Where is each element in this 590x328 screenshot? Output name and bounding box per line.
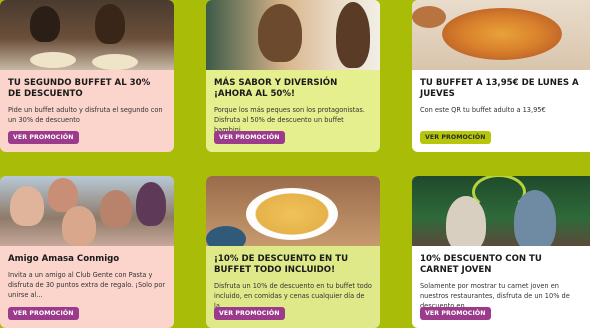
promo-description: Pide un buffet adulto y disfruta el segu…: [8, 106, 163, 124]
promo-description: Invita a un amigo al Club Gente con Past…: [8, 271, 166, 299]
person-silhouette: [10, 186, 44, 226]
promo-title: TU SEGUNDO BUFFET AL 30% DE DESCUENTO: [8, 78, 151, 99]
promo-title: 10% DESCUENTO CON TU CARNET JOVEN: [420, 254, 542, 275]
promo-image-pasta-plate: [206, 176, 380, 246]
person-silhouette: [100, 190, 132, 228]
promo-image-friends-selfie: [0, 176, 174, 246]
promo-card-buffet-todo-incluido[interactable]: ¡10% DE DESCUENTO EN TU BUFFET TODO INCL…: [206, 176, 380, 328]
person-silhouette: [62, 206, 96, 246]
promo-image-pizza: [412, 0, 590, 70]
napkin-icon: [206, 226, 246, 246]
pizza-icon: [442, 8, 562, 60]
promo-image-family-dinner: [0, 0, 174, 70]
promo-card-amigo-amasa[interactable]: Amigo Amasa Conmigo Invita a un amigo al…: [0, 176, 174, 328]
promo-card-mas-sabor[interactable]: MÁS SABOR Y DIVERSIÓN ¡AHORA AL 50%! Por…: [206, 0, 380, 152]
promo-card-carnet-joven[interactable]: 10% DESCUENTO CON TU CARNET JOVEN Solame…: [412, 176, 590, 328]
promo-title: MÁS SABOR Y DIVERSIÓN ¡AHORA AL 50%!: [214, 78, 338, 99]
ver-promocion-button[interactable]: VER PROMOCIÓN: [8, 307, 79, 320]
pasta-plate-icon: [246, 188, 338, 240]
promo-card-buffet-1395[interactable]: TU BUFFET A 13,95€ DE LUNES A JUEVES Con…: [412, 0, 590, 152]
promo-image-young-friends: [412, 176, 590, 246]
promo-title: Amigo Amasa Conmigo: [8, 254, 120, 264]
person-silhouette: [136, 182, 166, 226]
person-silhouette: [514, 190, 556, 246]
person-silhouette: [30, 6, 60, 42]
ver-promocion-button[interactable]: VER PROMOCIÓN: [214, 307, 285, 320]
ver-promocion-button[interactable]: VER PROMOCIÓN: [8, 131, 79, 144]
promo-title: ¡10% DE DESCUENTO EN TU BUFFET TODO INCL…: [214, 254, 349, 275]
plate-icon: [30, 52, 76, 68]
promo-description: Con este QR tu buffet adulto a 13,95€: [420, 106, 546, 114]
promo-title: TU BUFFET A 13,95€ DE LUNES A JUEVES: [420, 78, 579, 99]
person-silhouette: [258, 4, 302, 62]
plate-icon: [92, 54, 138, 70]
person-silhouette: [336, 2, 370, 68]
ver-promocion-button[interactable]: VER PROMOCIÓN: [214, 131, 285, 144]
ver-promocion-button[interactable]: VER PROMOCIÓN: [420, 131, 491, 144]
ver-promocion-button[interactable]: VER PROMOCIÓN: [420, 307, 491, 320]
promo-image-kids-pasta: [206, 0, 380, 70]
person-silhouette: [446, 196, 486, 246]
bowl-icon: [412, 6, 446, 28]
promo-card-segundo-buffet[interactable]: TU SEGUNDO BUFFET AL 30% DE DESCUENTO Pi…: [0, 0, 174, 152]
person-silhouette: [95, 4, 125, 44]
